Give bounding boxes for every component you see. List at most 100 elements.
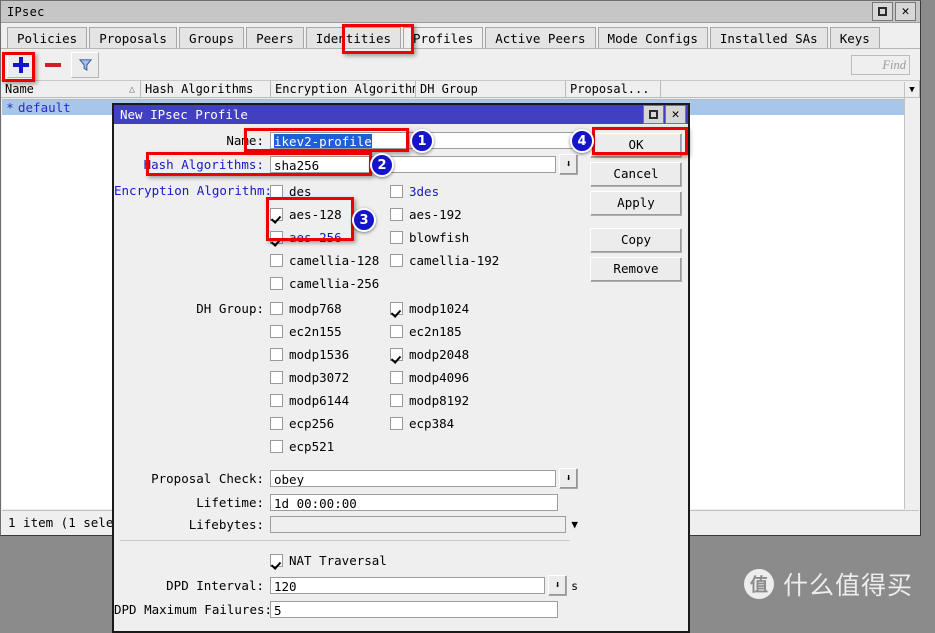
hash-algorithms-dropdown-arrow[interactable]: ⬇ <box>559 154 578 175</box>
dh-row-5: ecp256 ecp384 <box>270 412 578 435</box>
dh-row-1: ec2n155 ec2n185 <box>270 320 578 343</box>
dialog-window-controls: ✕ <box>643 105 688 124</box>
modp2048-checkbox[interactable] <box>390 348 403 361</box>
checkbox-modp1024[interactable]: modp1024 <box>390 301 510 316</box>
column-header-proposal[interactable]: Proposal... <box>566 81 661 98</box>
tab-policies[interactable]: Policies <box>7 27 88 48</box>
hash-algorithms-input[interactable]: sha256 <box>270 156 556 173</box>
modp4096-checkbox[interactable] <box>390 371 403 384</box>
tab-proposals[interactable]: Proposals <box>89 27 177 48</box>
camellia-256-checkbox[interactable] <box>270 277 283 290</box>
checkbox-modp768[interactable]: modp768 <box>270 301 390 316</box>
dpd-max-failures-input[interactable]: 5 <box>270 601 558 618</box>
checkbox-aes-256[interactable]: aes-256 <box>270 230 390 245</box>
search-input[interactable]: Find <box>851 54 910 75</box>
remove-button[interactable]: Remove <box>590 257 682 282</box>
copy-button[interactable]: Copy <box>590 228 682 253</box>
modp6144-checkbox[interactable] <box>270 394 283 407</box>
watermark-logo: 值 <box>743 569 774 599</box>
modp1536-checkbox[interactable] <box>270 348 283 361</box>
proposal-check-dropdown-arrow[interactable]: ⬇ <box>559 468 578 489</box>
watermark: 值 什么值得买 <box>743 566 913 602</box>
restore-icon[interactable] <box>872 2 893 21</box>
tab-mode-configs[interactable]: Mode Configs <box>597 27 708 48</box>
lifebytes-input[interactable] <box>270 516 567 533</box>
dh-group-grid: modp768 modp1024 ec2n155 ec2n185 modp153… <box>270 297 578 458</box>
tab-installed-sas[interactable]: Installed SAs <box>709 27 828 48</box>
dialog-restore-icon[interactable] <box>643 105 664 124</box>
tab-peers[interactable]: Peers <box>246 27 304 48</box>
column-header-name[interactable]: Name △ <box>1 81 141 98</box>
checkbox-nat-traversal[interactable]: NAT Traversal <box>270 553 387 568</box>
checkbox-modp1536[interactable]: modp1536 <box>270 347 390 362</box>
dh-row-2: modp1536 modp2048 <box>270 343 578 366</box>
nat-traversal-checkbox[interactable] <box>270 554 283 567</box>
checkbox-camellia-128[interactable]: camellia-128 <box>270 253 390 268</box>
3des-checkbox[interactable] <box>390 185 403 198</box>
dpd-interval-input[interactable]: 120 <box>270 577 546 594</box>
lifebytes-expand-arrow[interactable]: ▼ <box>571 519 578 530</box>
dpd-interval-spinner[interactable]: ⬇ <box>548 575 568 596</box>
tab-groups[interactable]: Groups <box>178 27 245 48</box>
tab-active-peers[interactable]: Active Peers <box>485 27 596 48</box>
checkbox-aes-192[interactable]: aes-192 <box>390 207 510 222</box>
camellia-128-checkbox[interactable] <box>270 254 283 267</box>
checkbox-ec2n155[interactable]: ec2n155 <box>270 324 390 339</box>
aes-256-checkbox[interactable] <box>270 231 283 244</box>
filter-button[interactable] <box>71 51 99 78</box>
checkbox-modp6144[interactable]: modp6144 <box>270 393 390 408</box>
dialog-close-icon[interactable]: ✕ <box>665 105 686 124</box>
vertical-scrollbar[interactable]: ▼ <box>904 82 919 509</box>
checkbox-modp4096[interactable]: modp4096 <box>390 370 510 385</box>
tabstrip: Policies Proposals Groups Peers Identiti… <box>1 23 920 49</box>
aes-192-checkbox[interactable] <box>390 208 403 221</box>
section-divider <box>120 540 570 541</box>
blowfish-checkbox[interactable] <box>390 231 403 244</box>
checkbox-ecp256[interactable]: ecp256 <box>270 416 390 431</box>
apply-button[interactable]: Apply <box>590 191 682 216</box>
column-header-hash-algorithms[interactable]: Hash Algorithms <box>141 81 271 98</box>
chevron-down-icon[interactable]: ▼ <box>905 82 919 98</box>
checkbox-3des[interactable]: 3des <box>390 184 510 199</box>
checkbox-blowfish[interactable]: blowfish <box>390 230 510 245</box>
checkbox-des[interactable]: des <box>270 184 390 199</box>
remove-button[interactable] <box>39 52 67 78</box>
ecp384-checkbox[interactable] <box>390 417 403 430</box>
modp3072-checkbox[interactable] <box>270 371 283 384</box>
checkbox-modp2048[interactable]: modp2048 <box>390 347 510 362</box>
proposal-check-input[interactable]: obey <box>270 470 556 487</box>
nat-traversal-row: NAT Traversal <box>270 549 578 572</box>
lifetime-input[interactable]: 1d 00:00:00 <box>270 494 558 511</box>
checkbox-ecp521[interactable]: ecp521 <box>270 439 390 454</box>
lifebytes-row: Lifebytes: ▼ <box>114 516 578 533</box>
dpd-interval-unit: s <box>571 578 578 593</box>
des-checkbox[interactable] <box>270 185 283 198</box>
close-icon[interactable]: ✕ <box>895 2 916 21</box>
aes-128-checkbox[interactable] <box>270 208 283 221</box>
ec2n155-checkbox[interactable] <box>270 325 283 338</box>
tab-identities[interactable]: Identities <box>305 27 402 48</box>
ok-button[interactable]: OK <box>590 133 682 158</box>
ecp521-checkbox[interactable] <box>270 440 283 453</box>
checkbox-ec2n185[interactable]: ec2n185 <box>390 324 510 339</box>
cancel-button[interactable]: Cancel <box>590 162 682 187</box>
tab-profiles[interactable]: Profiles <box>403 27 484 48</box>
checkbox-modp8192[interactable]: modp8192 <box>390 393 510 408</box>
column-header-encryption-algorithm[interactable]: Encryption Algorithm <box>271 81 416 98</box>
modp1024-checkbox[interactable] <box>390 302 403 315</box>
window-title: IPsec <box>7 4 45 19</box>
step-badge-1: 1 <box>410 129 434 153</box>
camellia-192-checkbox[interactable] <box>390 254 403 267</box>
add-button[interactable] <box>7 51 35 78</box>
checkbox-ecp384[interactable]: ecp384 <box>390 416 510 431</box>
modp8192-checkbox[interactable] <box>390 394 403 407</box>
dh-group-section: DH Group: modp768 modp1024 ec2n155 ec2n1… <box>114 297 578 458</box>
checkbox-modp3072[interactable]: modp3072 <box>270 370 390 385</box>
modp768-checkbox[interactable] <box>270 302 283 315</box>
checkbox-camellia-192[interactable]: camellia-192 <box>390 253 510 268</box>
checkbox-camellia-256[interactable]: camellia-256 <box>270 276 390 291</box>
ecp256-checkbox[interactable] <box>270 417 283 430</box>
ec2n185-checkbox[interactable] <box>390 325 403 338</box>
tab-keys[interactable]: Keys <box>829 27 880 48</box>
column-header-dh-group[interactable]: DH Group <box>416 81 566 98</box>
